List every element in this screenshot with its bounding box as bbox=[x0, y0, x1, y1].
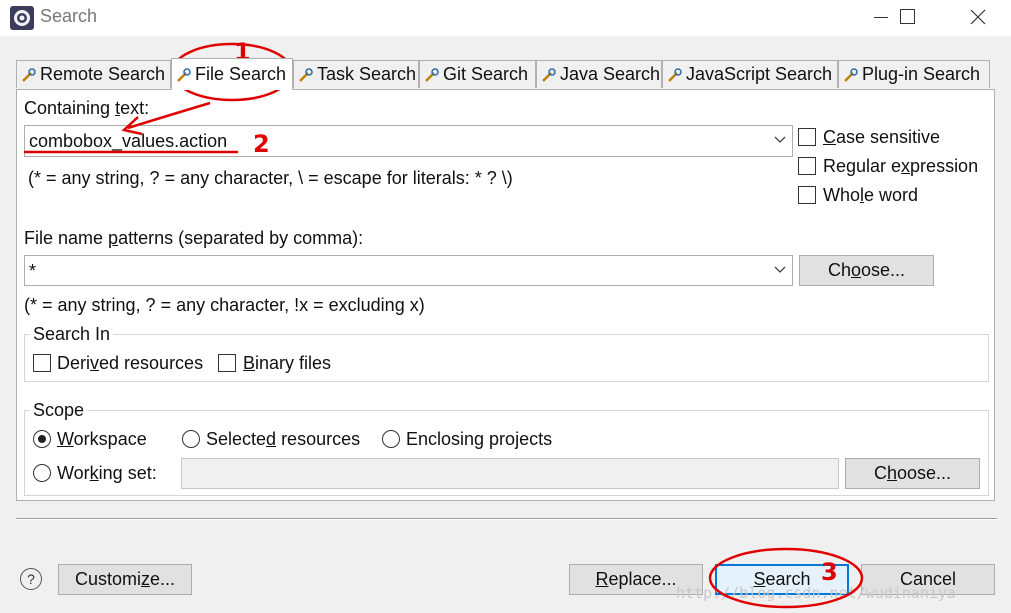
whole-word-checkbox[interactable] bbox=[798, 186, 816, 204]
selected-resources-label: Selected resources bbox=[206, 429, 361, 449]
title-bar: Search bbox=[0, 0, 1011, 36]
tab-label: Plug-in Search bbox=[862, 64, 981, 84]
case-sensitive-checkbox[interactable] bbox=[798, 128, 816, 146]
derived-resources-label: Derived resources bbox=[57, 353, 204, 373]
tab-task-search[interactable]: Task Search bbox=[293, 60, 419, 88]
containing-text-label: Containing text: bbox=[24, 98, 150, 118]
search-in-title: Search In bbox=[30, 324, 114, 345]
containing-text-combo[interactable]: combobox_values.action bbox=[24, 125, 793, 157]
file-name-patterns-hint: (* = any string, ? = any character, !x =… bbox=[24, 295, 425, 315]
search-pen-icon bbox=[299, 67, 313, 82]
eclipse-app-icon bbox=[10, 6, 34, 30]
scope-choose-button[interactable]: Ch oose... bbox=[845, 458, 980, 489]
regular-expression-checkbox[interactable] bbox=[798, 157, 816, 175]
binary-files-checkbox[interactable] bbox=[218, 354, 236, 372]
maximize-icon bbox=[900, 9, 915, 24]
search-pen-icon bbox=[668, 67, 682, 82]
file-name-patterns-label: File name patterns (separated by comma): bbox=[24, 228, 364, 248]
customize-button[interactable]: Customi z e... bbox=[58, 564, 192, 595]
file-name-patterns-combo[interactable]: * bbox=[24, 255, 793, 286]
close-icon bbox=[970, 9, 986, 25]
whole-word-label: Whole word bbox=[823, 185, 919, 205]
working-set-radio[interactable] bbox=[33, 464, 51, 482]
tab-remote-search[interactable]: Remote Search bbox=[16, 60, 171, 88]
tab-plugin-search[interactable]: Plug-in Search bbox=[838, 60, 990, 88]
scope-title: Scope bbox=[30, 400, 88, 421]
search-pen-icon bbox=[542, 67, 556, 82]
close-window-button[interactable] bbox=[954, 0, 1000, 36]
tab-label: File Search bbox=[195, 64, 287, 84]
tab-javascript-search[interactable]: JavaScript Search bbox=[662, 60, 838, 88]
search-pen-icon bbox=[425, 67, 439, 82]
footer-separator bbox=[16, 518, 997, 520]
working-set-field[interactable] bbox=[181, 458, 839, 489]
workspace-label: Workspace bbox=[57, 429, 147, 449]
containing-text-value: combobox_values.action bbox=[29, 131, 228, 151]
containing-text-hint: (* = any string, ? = any character, \ = … bbox=[28, 168, 513, 188]
search-pen-icon bbox=[22, 67, 36, 82]
search-pen-icon bbox=[177, 67, 191, 82]
regular-expression-label: Regular expression bbox=[823, 156, 979, 176]
tab-file-search[interactable]: File Search bbox=[171, 58, 293, 90]
tab-label: Remote Search bbox=[40, 64, 166, 84]
window-title: Search bbox=[40, 6, 98, 26]
case-sensitive-label: Case sensitive bbox=[823, 127, 941, 147]
watermark: http://blog.csdn.net/wudinaniya bbox=[676, 584, 956, 602]
selected-resources-radio[interactable] bbox=[182, 430, 200, 448]
workspace-radio[interactable] bbox=[33, 430, 51, 448]
tab-java-search[interactable]: Java Search bbox=[536, 60, 662, 88]
tab-label: JavaScript Search bbox=[686, 64, 833, 84]
search-pen-icon bbox=[844, 67, 858, 82]
file-name-patterns-value: * bbox=[29, 261, 37, 281]
search-tabs: Remote Search File Search Task Search Gi… bbox=[16, 58, 994, 90]
enclosing-projects-label: Enclosing projects bbox=[406, 429, 553, 449]
tab-git-search[interactable]: Git Search bbox=[419, 60, 536, 88]
tab-label: Task Search bbox=[317, 64, 417, 84]
enclosing-projects-radio[interactable] bbox=[382, 430, 400, 448]
help-icon[interactable]: ? bbox=[20, 568, 42, 590]
tab-label: Java Search bbox=[560, 64, 661, 84]
working-set-label: Working set: bbox=[57, 463, 157, 483]
tab-label: Git Search bbox=[443, 64, 529, 84]
chevron-down-icon[interactable] bbox=[774, 135, 786, 145]
chevron-down-icon[interactable] bbox=[774, 265, 786, 275]
maximize-button[interactable] bbox=[884, 0, 930, 36]
derived-resources-checkbox[interactable] bbox=[33, 354, 51, 372]
binary-files-label: Binary files bbox=[243, 353, 332, 373]
patterns-choose-button[interactable]: Ch o ose... bbox=[799, 255, 934, 286]
